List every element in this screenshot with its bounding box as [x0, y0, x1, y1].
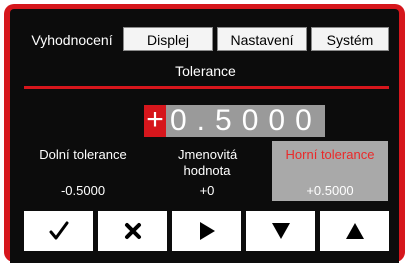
sign-toggle[interactable]: +	[144, 105, 166, 137]
tab-nastaveni[interactable]: Nastavení	[217, 27, 307, 51]
up-button[interactable]	[320, 211, 389, 251]
tab-displej[interactable]: Displej	[123, 27, 213, 51]
tab-system[interactable]: Systém	[311, 27, 389, 51]
divider	[24, 86, 389, 89]
arrow-down-icon	[271, 223, 290, 239]
upper-tolerance-label: Horní tolerance	[285, 147, 375, 162]
nominal-value-value: +0	[199, 183, 215, 198]
upper-tolerance[interactable]: Horní tolerance +0.5000	[272, 141, 388, 201]
upper-tolerance-value: +0.5000	[306, 183, 354, 198]
lower-tolerance-value: -0.5000	[60, 183, 106, 198]
button-row	[24, 211, 389, 251]
arrow-right-icon	[199, 222, 215, 240]
nominal-value[interactable]: Jmenovitá hodnota +0	[150, 141, 264, 198]
section-title: Tolerance	[175, 63, 236, 79]
confirm-button[interactable]	[24, 211, 93, 251]
arrow-up-icon	[345, 223, 364, 239]
cancel-button[interactable]	[98, 211, 167, 251]
next-button[interactable]	[172, 211, 241, 251]
tab-vyhodnoceni[interactable]: Vyhodnocení	[24, 27, 120, 51]
close-icon	[124, 223, 141, 239]
value-entry[interactable]: + 0.5000	[144, 105, 325, 137]
value-digits[interactable]: 0.5000	[166, 105, 325, 137]
check-icon	[49, 221, 68, 240]
lower-tolerance[interactable]: Dolní tolerance -0.5000	[26, 141, 140, 198]
nominal-value-label: Jmenovitá hodnota	[178, 147, 238, 178]
down-button[interactable]	[246, 211, 315, 251]
lower-tolerance-label: Dolní tolerance	[39, 147, 127, 162]
